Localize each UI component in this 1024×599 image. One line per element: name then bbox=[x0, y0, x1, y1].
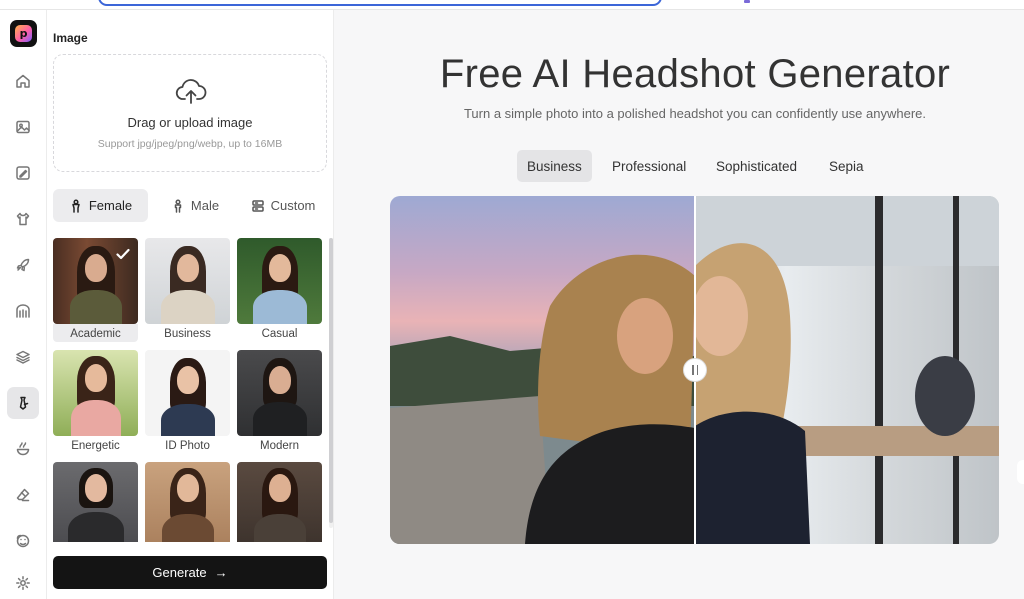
style-thumbnail bbox=[145, 350, 230, 436]
female-icon bbox=[72, 198, 80, 213]
style-card-energetic[interactable]: Energetic bbox=[53, 350, 138, 452]
style-card-academic[interactable]: Academic bbox=[53, 238, 138, 342]
face-scan-icon[interactable] bbox=[7, 525, 39, 557]
before-after-comparison[interactable] bbox=[390, 196, 999, 544]
tab-female-label: Female bbox=[88, 198, 133, 213]
style-thumbnail bbox=[237, 462, 322, 542]
style-thumbnail bbox=[145, 462, 230, 542]
gender-tabs: Female Male Custom bbox=[53, 189, 327, 222]
cloud-upload-icon bbox=[175, 77, 207, 107]
edit-image-icon[interactable] bbox=[7, 157, 39, 189]
style-label: ID Photo bbox=[165, 440, 210, 452]
eraser-icon[interactable] bbox=[7, 479, 39, 511]
app-logo-letter: p bbox=[15, 25, 32, 42]
arrow-right-icon: → bbox=[214, 565, 228, 580]
style-thumbnail bbox=[237, 350, 322, 436]
male-icon bbox=[174, 198, 182, 213]
generate-button[interactable]: Generate → bbox=[53, 556, 327, 589]
style-thumbnail bbox=[53, 238, 138, 324]
after-photo bbox=[692, 196, 999, 544]
upload-hint: Support jpg/jpeg/png/webp, up to 16MB bbox=[97, 138, 283, 150]
custom-layout-icon bbox=[251, 199, 264, 212]
page-title: Free AI Headshot Generator bbox=[439, 52, 951, 96]
comparison-slider-handle[interactable] bbox=[683, 358, 707, 382]
style-grid-scrollbar[interactable] bbox=[329, 238, 333, 528]
page-subtitle: Turn a simple photo into a polished head… bbox=[463, 106, 927, 121]
image-section-label: Image bbox=[53, 31, 88, 45]
style-thumbnail bbox=[53, 462, 138, 542]
tab-male[interactable]: Male bbox=[151, 189, 239, 222]
image-icon[interactable] bbox=[7, 111, 39, 143]
tab-professional[interactable]: Professional bbox=[602, 150, 696, 182]
style-card-7[interactable] bbox=[53, 462, 138, 542]
style-thumbnail bbox=[145, 238, 230, 324]
extension-icon[interactable] bbox=[744, 0, 750, 3]
tab-male-label: Male bbox=[190, 198, 220, 213]
style-card-id-photo[interactable]: ID Photo bbox=[145, 350, 230, 452]
style-card-business[interactable]: Business bbox=[145, 238, 230, 340]
settings-icon[interactable] bbox=[7, 567, 39, 599]
style-label: Academic bbox=[53, 324, 138, 342]
home-icon[interactable] bbox=[7, 65, 39, 97]
browser-top-strip bbox=[0, 0, 1024, 10]
style-label: Modern bbox=[260, 440, 299, 452]
before-photo bbox=[390, 196, 695, 544]
tab-custom-label: Custom bbox=[270, 198, 316, 213]
style-thumbnail bbox=[53, 350, 138, 436]
style-grid: Academic Business Casual Energetic ID Ph… bbox=[53, 238, 327, 542]
style-card-casual[interactable]: Casual bbox=[237, 238, 322, 340]
style-label: Casual bbox=[261, 328, 298, 340]
check-icon bbox=[114, 245, 132, 263]
options-panel: Image Drag or upload image Support jpg/j… bbox=[47, 10, 334, 599]
style-label: Energetic bbox=[71, 440, 120, 452]
upload-title: Drag or upload image bbox=[127, 115, 253, 130]
style-card-9[interactable] bbox=[237, 462, 322, 542]
archway-icon[interactable] bbox=[7, 295, 39, 327]
address-bar[interactable] bbox=[98, 0, 662, 6]
tab-female[interactable]: Female bbox=[53, 189, 148, 222]
style-card-8[interactable] bbox=[145, 462, 230, 542]
rocket-icon[interactable] bbox=[7, 249, 39, 281]
tie-icon[interactable] bbox=[7, 387, 39, 419]
tab-business[interactable]: Business bbox=[517, 150, 592, 182]
upload-dropzone[interactable]: Drag or upload image Support jpg/jpeg/pn… bbox=[53, 54, 327, 172]
tab-sophisticated[interactable]: Sophisticated bbox=[706, 150, 807, 182]
generate-label: Generate bbox=[152, 565, 207, 580]
app-logo[interactable]: p bbox=[10, 20, 37, 47]
style-thumbnail bbox=[237, 238, 322, 324]
side-drawer-tab[interactable] bbox=[1017, 460, 1024, 484]
scrollbar-thumb[interactable] bbox=[329, 238, 333, 523]
tab-custom[interactable]: Custom bbox=[239, 189, 327, 222]
icon-rail: p bbox=[0, 10, 47, 599]
style-card-modern[interactable]: Modern bbox=[237, 350, 322, 452]
layers-icon[interactable] bbox=[7, 341, 39, 373]
outfit-icon[interactable] bbox=[7, 203, 39, 235]
bowl-icon[interactable] bbox=[7, 433, 39, 465]
tab-sepia[interactable]: Sepia bbox=[819, 150, 874, 182]
main-content: Free AI Headshot Generator Turn a simple… bbox=[335, 10, 1024, 599]
style-label: Business bbox=[164, 328, 211, 340]
